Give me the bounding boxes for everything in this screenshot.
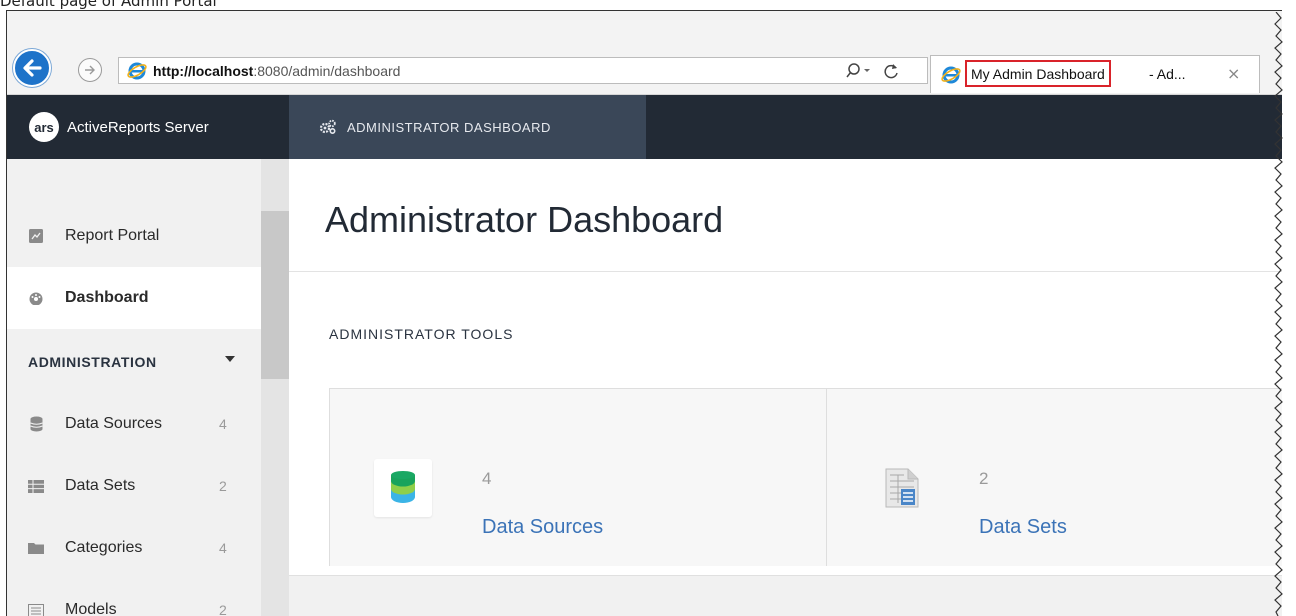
- sidebar-item-label: Data Sources: [65, 415, 162, 432]
- app-header: ars ActiveReports Server ADMINISTRATOR D…: [7, 95, 1282, 159]
- address-bar[interactable]: http://localhost:8080/admin/dashboard: [118, 57, 928, 84]
- tab-title-suffix: - Ad...: [1149, 66, 1186, 82]
- divider: [289, 271, 1282, 272]
- browser-toolbar: http://localhost:8080/admin/dashboard My…: [7, 11, 1282, 95]
- page-title: Administrator Dashboard: [325, 199, 724, 240]
- sidebar-scrollbar[interactable]: [261, 159, 289, 616]
- scrollbar-thumb[interactable]: [261, 211, 289, 379]
- address-url: http://localhost:8080/admin/dashboard: [153, 63, 400, 79]
- sidebar-item-label: Data Sets: [65, 477, 136, 494]
- forward-button[interactable]: [78, 58, 102, 82]
- administration-section-toggle[interactable]: ADMINISTRATION: [7, 331, 261, 393]
- nav-tab-label: ADMINISTRATOR DASHBOARD: [347, 119, 551, 135]
- database-stack-icon: [374, 459, 432, 517]
- item-count: 2: [219, 478, 227, 494]
- arrow-right-icon: [85, 65, 95, 75]
- tile-count: 2: [979, 469, 989, 488]
- brand-name: ActiveReports Server: [67, 118, 209, 136]
- search-dropdown-icon[interactable]: [845, 61, 873, 81]
- sidebar: Report Portal Dashboard ADMINISTRATION D…: [7, 159, 289, 616]
- url-host: http://localhost: [153, 63, 254, 79]
- item-count: 2: [219, 602, 227, 616]
- sidebar-item-label: Models: [65, 601, 117, 616]
- image-icon: [28, 228, 44, 244]
- sidebar-item-data-sets[interactable]: Data Sets 2: [7, 455, 261, 517]
- tile-link[interactable]: Data Sets: [979, 516, 1067, 539]
- item-count: 4: [219, 416, 227, 432]
- tab-administrator-dashboard[interactable]: ADMINISTRATOR DASHBOARD: [289, 95, 646, 159]
- main-content: Administrator Dashboard ADMINISTRATOR TO…: [289, 159, 1282, 616]
- browser-tab[interactable]: My Admin Dashboard - Ad... ×: [930, 55, 1260, 93]
- lower-content-band: [289, 575, 1282, 616]
- sidebar-item-label: Dashboard: [65, 289, 149, 306]
- refresh-icon[interactable]: [881, 61, 901, 81]
- gears-icon: [319, 119, 336, 135]
- tile-data-sources[interactable]: 4 Data Sources: [330, 389, 827, 566]
- folder-icon: [28, 540, 44, 556]
- brand[interactable]: ars ActiveReports Server: [7, 95, 289, 159]
- section-heading: ADMINISTRATOR TOOLS: [329, 326, 514, 342]
- sidebar-item-label: Categories: [65, 539, 143, 556]
- ie-tab-icon: [941, 66, 961, 84]
- database-icon: [28, 416, 44, 432]
- url-path: :8080/admin/dashboard: [253, 63, 401, 79]
- sidebar-item-dashboard[interactable]: Dashboard: [7, 267, 261, 329]
- model-icon: [28, 602, 44, 616]
- dashboard-gauge-icon: [28, 290, 44, 306]
- tile-link[interactable]: Data Sources: [482, 516, 603, 539]
- tile-data-sets[interactable]: 2 Data Sets: [827, 389, 1282, 566]
- arrow-left-icon: [23, 59, 42, 77]
- tile-count: 4: [482, 469, 492, 488]
- figure-caption: Default page of Admin Portal: [0, 0, 217, 10]
- item-count: 4: [219, 540, 227, 556]
- sidebar-item-report-portal[interactable]: Report Portal: [7, 205, 261, 267]
- back-button[interactable]: [13, 49, 51, 87]
- sidebar-item-categories[interactable]: Categories 4: [7, 517, 261, 579]
- dataset-document-icon: [871, 459, 929, 517]
- tools-grid: 4 Data Sources 2 Data Sets: [329, 388, 1282, 566]
- ie-logo-icon: [127, 62, 147, 80]
- caret-down-icon: [225, 356, 235, 362]
- screenshot-frame: http://localhost:8080/admin/dashboard My…: [6, 10, 1282, 616]
- sidebar-item-data-sources[interactable]: Data Sources 4: [7, 393, 261, 455]
- dataset-icon: [28, 478, 44, 494]
- tab-close-button[interactable]: ×: [1227, 64, 1240, 83]
- section-label: ADMINISTRATION: [28, 354, 157, 370]
- torn-edge-decoration: [1274, 12, 1283, 616]
- sidebar-item-label: Report Portal: [65, 227, 160, 244]
- sidebar-item-models[interactable]: Models 2: [7, 579, 261, 616]
- tab-title-highlighted: My Admin Dashboard: [965, 60, 1111, 87]
- brand-logo-icon: ars: [29, 112, 59, 142]
